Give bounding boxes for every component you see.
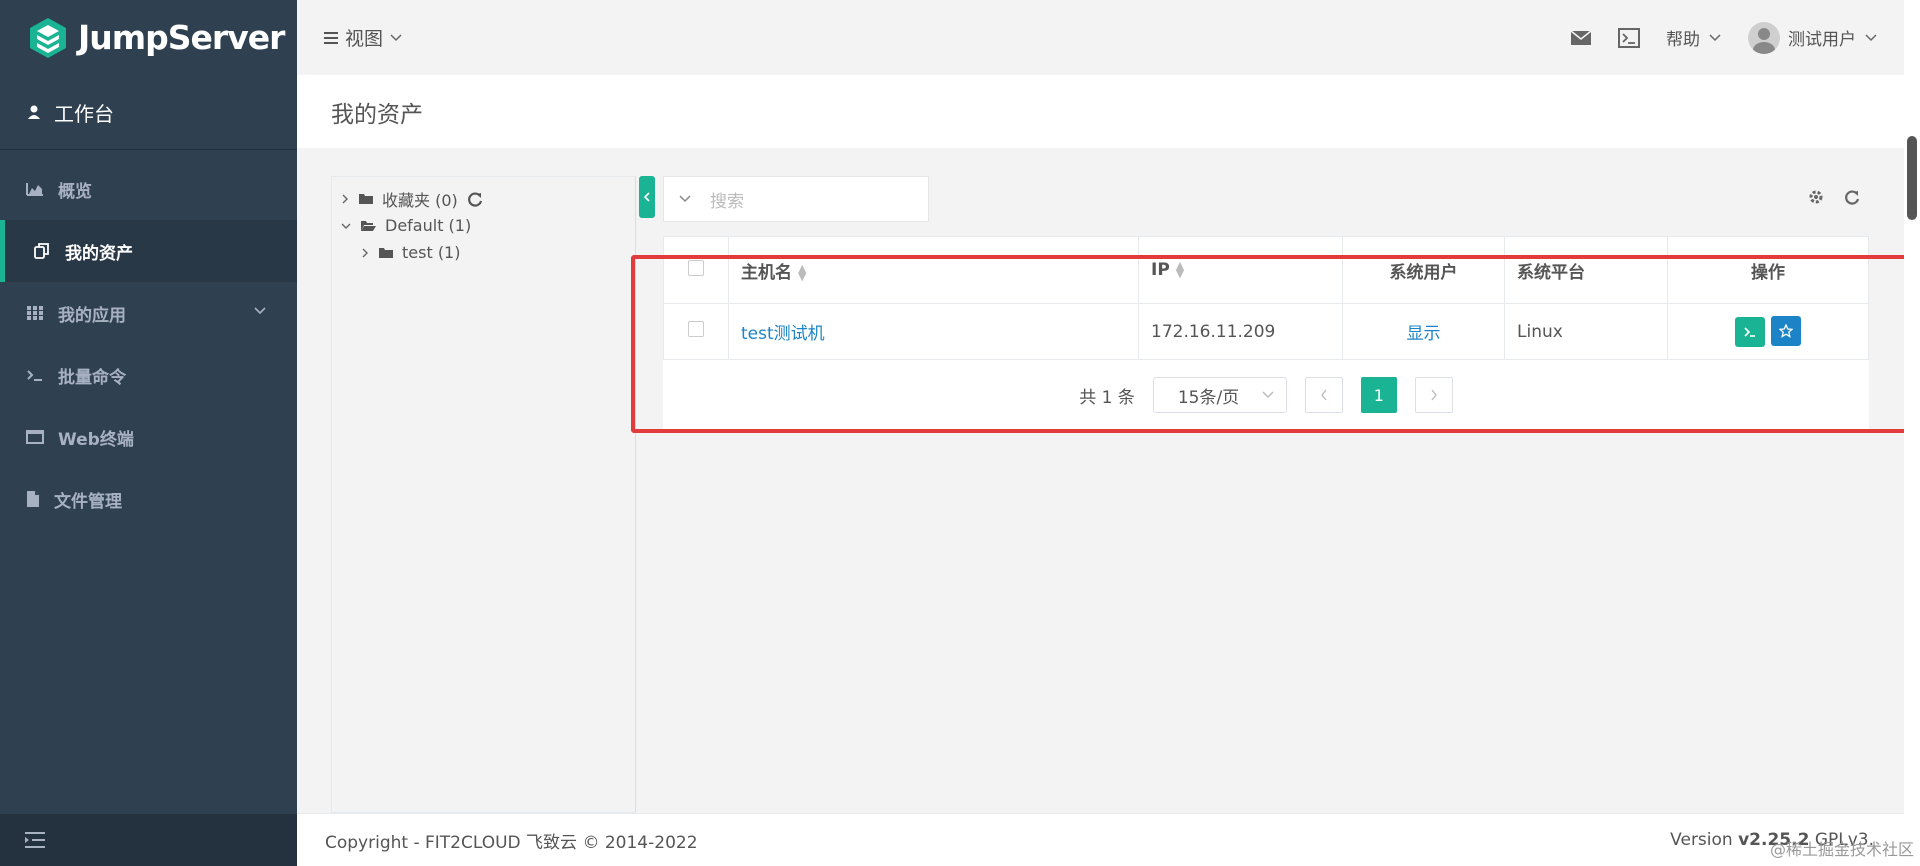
chevron-right-icon[interactable] — [340, 193, 350, 205]
sidebar-item-file-manager[interactable]: 文件管理 — [0, 468, 297, 530]
sidebar: JumpServer 工作台 概览 我的资产 我的应用 批量命令 Web终端 文… — [0, 0, 297, 866]
sidebar-nav: 概览 我的资产 我的应用 批量命令 Web终端 文件管理 — [0, 150, 297, 530]
messages-button[interactable] — [1570, 29, 1592, 46]
logo-text: JumpServer — [78, 18, 285, 57]
tree-collapse-toggle[interactable] — [639, 176, 655, 218]
help-label: 帮助 — [1666, 30, 1700, 50]
footer: Copyright - FIT2CLOUD 飞致云 © 2014-2022 Ve… — [297, 813, 1904, 866]
sidebar-item-label: Web终端 — [58, 429, 134, 450]
search-placeholder: 搜索 — [710, 191, 744, 212]
tree-node-test[interactable]: test (1) — [332, 239, 635, 266]
help-menu[interactable]: 帮助 — [1666, 25, 1722, 50]
bars-icon — [324, 31, 338, 44]
sidebar-item-web-terminal[interactable]: Web终端 — [0, 406, 297, 468]
sidebar-item-label: 概览 — [58, 181, 92, 202]
sidebar-item-my-apps[interactable]: 我的应用 — [0, 282, 297, 344]
web-terminal-button[interactable] — [1618, 27, 1640, 48]
logo[interactable]: JumpServer — [0, 0, 297, 75]
highlight-annotation-box — [631, 255, 1915, 433]
chevron-down-icon — [390, 33, 402, 41]
scrollbar-thumb[interactable] — [1907, 136, 1917, 220]
tree-node-label: test (1) — [402, 243, 461, 262]
avatar — [1748, 21, 1780, 54]
sidebar-item-label: 文件管理 — [54, 491, 122, 512]
asset-tree: 收藏夹 (0) Default (1) test (1) — [331, 176, 636, 813]
watermark: @稀土掘金技术社区 — [1769, 840, 1914, 859]
page-header: 我的资产 — [297, 75, 1904, 148]
search-input[interactable]: 搜索 — [663, 176, 929, 222]
menu-fold-icon — [25, 832, 45, 848]
main-content: 收藏夹 (0) Default (1) test (1) 搜索 主机名 ▲ ▼ … — [297, 148, 1904, 813]
chevron-left-icon — [643, 192, 650, 202]
sidebar-item-batch-command[interactable]: 批量命令 — [0, 344, 297, 406]
chevron-down-icon[interactable] — [678, 194, 692, 204]
chevron-down-icon — [254, 307, 266, 315]
table-tools — [1807, 188, 1861, 206]
terminal-window-icon — [1618, 27, 1640, 48]
folder-open-icon — [361, 221, 376, 231]
top-navbar: 视图 帮助 测试用户 — [297, 0, 1904, 75]
tree-node-default[interactable]: Default (1) — [332, 212, 635, 239]
terminal-icon — [27, 370, 42, 381]
workbench-switch[interactable]: 工作台 — [0, 75, 297, 150]
sidebar-item-label: 批量命令 — [58, 367, 126, 388]
chevron-down-icon[interactable] — [340, 221, 352, 231]
folder-icon — [379, 248, 393, 258]
refresh-icon[interactable] — [1843, 188, 1861, 206]
version-label: Version — [1670, 830, 1733, 850]
sidebar-item-overview[interactable]: 概览 — [0, 158, 297, 220]
view-menu[interactable]: 视图 — [323, 24, 403, 51]
gear-icon[interactable] — [1807, 188, 1825, 206]
refresh-icon[interactable] — [466, 190, 484, 208]
top-right-actions: 帮助 测试用户 — [1570, 0, 1878, 75]
view-menu-label: 视图 — [345, 28, 384, 50]
area-chart-icon — [26, 183, 43, 196]
tree-node-favorites[interactable]: 收藏夹 (0) — [332, 185, 635, 212]
folder-icon — [359, 194, 373, 204]
user-icon — [28, 105, 40, 119]
page-scrollbar[interactable] — [1904, 0, 1920, 866]
sidebar-collapse-button[interactable] — [0, 814, 297, 866]
chevron-right-icon[interactable] — [360, 247, 370, 259]
copyright: Copyright - FIT2CLOUD 飞致云 © 2014-2022 — [325, 832, 698, 853]
sidebar-item-label: 我的资产 — [65, 243, 133, 264]
jumpserver-logo-icon — [30, 17, 66, 58]
page-title: 我的资产 — [331, 101, 423, 128]
chevron-down-icon — [1709, 33, 1721, 41]
copy-icon — [34, 243, 49, 259]
window-icon — [26, 430, 44, 444]
sidebar-item-my-assets[interactable]: 我的资产 — [0, 220, 297, 282]
tree-node-label: Default (1) — [385, 216, 472, 235]
tree-node-label: 收藏夹 (0) — [382, 190, 458, 210]
user-menu[interactable]: 测试用户 — [1748, 21, 1878, 54]
chevron-down-icon — [1865, 33, 1877, 41]
sidebar-item-label: 我的应用 — [58, 305, 126, 326]
workbench-label: 工作台 — [54, 101, 114, 126]
envelope-icon — [1570, 29, 1592, 45]
file-icon — [27, 491, 39, 507]
grid-icon — [27, 306, 43, 320]
user-name: 测试用户 — [1788, 30, 1856, 50]
